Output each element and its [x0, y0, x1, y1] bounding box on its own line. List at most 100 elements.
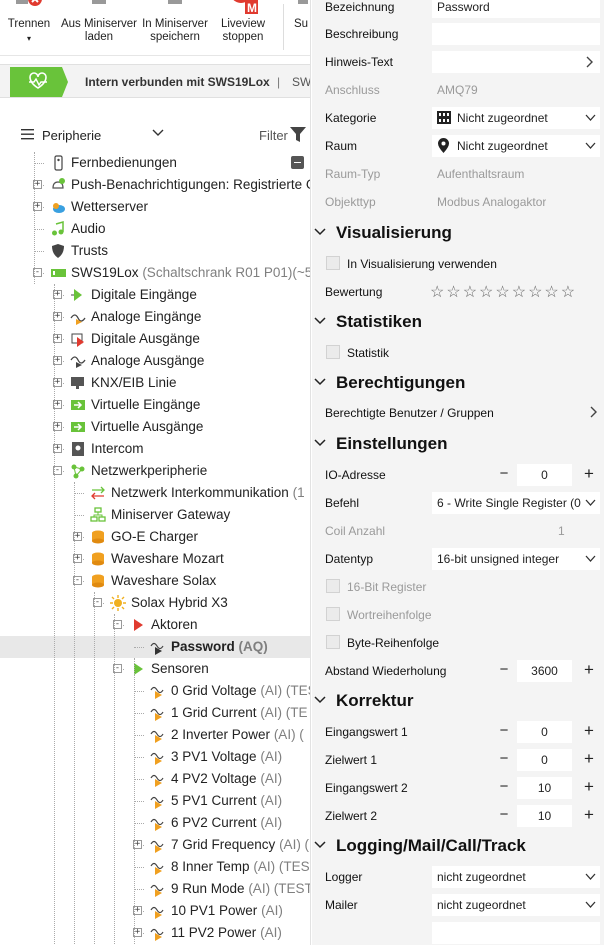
- filter-label[interactable]: Filter: [259, 128, 288, 143]
- tree-item-sws19lox[interactable]: - SWS19Lox (Schaltschrank R01 P01)(~5: [0, 262, 310, 284]
- statistik-checkbox[interactable]: [326, 345, 340, 359]
- hinweis-input[interactable]: [432, 51, 600, 73]
- tree-view-selector[interactable]: Peripherie: [42, 128, 101, 143]
- section-logging[interactable]: Logging/Mail/Call/Track: [312, 830, 604, 860]
- decrement-button[interactable]: −: [497, 723, 511, 739]
- chevron-right-icon[interactable]: [586, 56, 594, 68]
- filter-icon[interactable]: [290, 127, 306, 142]
- bezeichnung-input[interactable]: Password: [432, 0, 600, 18]
- tree-item-netzwerkperipherie[interactable]: - Netzwerkperipherie: [0, 460, 310, 482]
- tree-item-wetterserver[interactable]: + Wetterserver: [0, 196, 310, 218]
- zielwert-2-input[interactable]: 10: [517, 805, 572, 827]
- befehl-select[interactable]: 6 - Write Single Register (0: [432, 492, 600, 514]
- tree-item-digitale-eingaenge[interactable]: + Digitale Eingänge: [0, 284, 310, 306]
- tree-item-pv2-current[interactable]: 6 PV2 Current (AI): [0, 812, 310, 834]
- liveview-stop-button[interactable]: M Liveview stoppen: [214, 0, 272, 56]
- tree-item-netzwerk-interkommunikation[interactable]: Netzwerk Interkommunikation (1: [0, 482, 310, 504]
- chevron-down-icon[interactable]: [314, 841, 326, 849]
- decrement-button[interactable]: −: [497, 807, 511, 823]
- chevron-down-icon[interactable]: [314, 228, 326, 236]
- tree-item-waveshare-solax[interactable]: - Waveshare Solax: [0, 570, 310, 592]
- tree-item-analoge-ausgaenge[interactable]: + Analoge Ausgänge: [0, 350, 310, 372]
- chevron-down-icon[interactable]: [314, 696, 326, 704]
- beschreibung-input[interactable]: [432, 23, 600, 45]
- chevron-down-icon[interactable]: [314, 439, 326, 447]
- section-visualisierung[interactable]: Visualisierung: [312, 217, 604, 247]
- prop-berechtigte[interactable]: Berechtigte Benutzer / Gruppen: [312, 399, 604, 427]
- section-einstellungen[interactable]: Einstellungen: [312, 428, 604, 458]
- tree-item-fernbedienungen[interactable]: Fernbedienungen: [0, 152, 310, 174]
- rating-stars[interactable]: ☆☆☆☆☆☆☆☆☆: [430, 282, 577, 302]
- chevron-down-icon[interactable]: [314, 378, 326, 386]
- tree-item-solax-hybrid-x3[interactable]: - Solax Hybrid X3: [0, 592, 310, 614]
- mailer-select[interactable]: nicht zugeordnet: [432, 894, 600, 916]
- eingangswert-1-input[interactable]: 0: [517, 721, 572, 743]
- tree-item-password[interactable]: Password (AQ): [0, 636, 310, 658]
- abstand-input[interactable]: 3600: [517, 660, 572, 682]
- tree-item-pv1-current[interactable]: 5 PV1 Current (AI): [0, 790, 310, 812]
- chevron-down-icon[interactable]: [585, 872, 596, 881]
- increment-button[interactable]: +: [580, 749, 598, 769]
- save-to-miniserver-button[interactable]: In Miniserver speichern: [138, 0, 212, 56]
- tree-item-digitale-ausgaenge[interactable]: + Digitale Ausgänge: [0, 328, 310, 350]
- tree-item-run-mode[interactable]: 9 Run Mode (AI) (TEST: [0, 878, 310, 900]
- load-from-miniserver-button[interactable]: Aus Miniserver laden: [60, 0, 138, 56]
- chevron-down-icon[interactable]: [585, 900, 596, 909]
- chevron-down-icon[interactable]: [152, 128, 164, 138]
- io-adresse-input[interactable]: 0: [517, 464, 572, 486]
- zielwert-1-input[interactable]: 0: [517, 749, 572, 771]
- tree-item-pv1-power[interactable]: +10 PV1 Power (AI): [0, 900, 310, 922]
- tree-item-pv2-power[interactable]: +11 PV2 Power (AI): [0, 922, 310, 944]
- chevron-down-icon[interactable]: [585, 141, 596, 150]
- chevron-down-icon[interactable]: [585, 113, 596, 122]
- chevron-down-icon[interactable]: [585, 498, 596, 507]
- chevron-down-icon[interactable]: [585, 554, 596, 563]
- tree-item-miniserver-gateway[interactable]: Miniserver Gateway: [0, 504, 310, 526]
- search-button[interactable]: Su: [294, 0, 310, 56]
- decrement-button[interactable]: −: [497, 662, 511, 678]
- tree-item-audio[interactable]: Audio: [0, 218, 310, 240]
- decrement-button[interactable]: −: [497, 466, 511, 482]
- increment-button[interactable]: +: [580, 805, 598, 825]
- tree-item-virtuelle-eingaenge[interactable]: + Virtuelle Eingänge: [0, 394, 310, 416]
- eingangswert-2-input[interactable]: 10: [517, 777, 572, 799]
- collapse-all-button[interactable]: [291, 156, 304, 169]
- chevron-right-icon[interactable]: [590, 406, 598, 418]
- datentyp-select[interactable]: 16-bit unsigned integer: [432, 548, 600, 570]
- wortreihenfolge-checkbox[interactable]: [326, 607, 340, 621]
- raum-select[interactable]: Nicht zugeordnet: [432, 135, 600, 157]
- tree-item-grid-frequency[interactable]: +7 Grid Frequency (AI) (: [0, 834, 310, 856]
- tree-item-trusts[interactable]: Trusts: [0, 240, 310, 262]
- decrement-button[interactable]: −: [497, 751, 511, 767]
- increment-button[interactable]: +: [580, 660, 598, 680]
- tree-item-grid-voltage[interactable]: 0 Grid Voltage (AI) (TES: [0, 680, 310, 702]
- tree-item-intercom[interactable]: + Intercom: [0, 438, 310, 460]
- increment-button[interactable]: +: [580, 721, 598, 741]
- section-berechtigungen[interactable]: Berechtigungen: [312, 367, 604, 397]
- 16bit-register-checkbox[interactable]: [326, 579, 340, 593]
- tree-item-inverter-power[interactable]: 2 Inverter Power (AI) (: [0, 724, 310, 746]
- section-statistiken[interactable]: Statistiken: [312, 306, 604, 336]
- visu-use-checkbox[interactable]: [326, 256, 340, 270]
- tree-item-aktoren[interactable]: - Aktoren: [0, 614, 310, 636]
- tree-item-sensoren[interactable]: - Sensoren: [0, 658, 310, 680]
- next-select[interactable]: [432, 922, 600, 944]
- increment-button[interactable]: +: [580, 464, 598, 484]
- tree-item-knx-eib-linie[interactable]: + KNX/EIB Linie: [0, 372, 310, 394]
- kategorie-select[interactable]: Nicht zugeordnet: [432, 107, 600, 129]
- logger-select[interactable]: nicht zugeordnet: [432, 866, 600, 888]
- tree-item-virtuelle-ausgaenge[interactable]: + Virtuelle Ausgänge: [0, 416, 310, 438]
- tree-item-analoge-eingaenge[interactable]: + Analoge Eingänge: [0, 306, 310, 328]
- tree-item-inner-temp[interactable]: 8 Inner Temp (AI) (TEST: [0, 856, 310, 878]
- chevron-down-icon[interactable]: [314, 317, 326, 325]
- byte-reihenfolge-checkbox[interactable]: [326, 635, 340, 649]
- tree-item-waveshare-mozart[interactable]: + Waveshare Mozart: [0, 548, 310, 570]
- tree-item-push-notifications[interactable]: + Push-Benachrichtigungen: Registrierte G: [0, 174, 310, 196]
- disconnect-button[interactable]: Trennen ▾: [4, 0, 54, 56]
- section-korrektur[interactable]: Korrektur: [312, 685, 604, 715]
- menu-icon[interactable]: [21, 128, 34, 140]
- tree-item-go-e-charger[interactable]: + GO-E Charger: [0, 526, 310, 548]
- tree-item-pv2-voltage[interactable]: 4 PV2 Voltage (AI): [0, 768, 310, 790]
- decrement-button[interactable]: −: [497, 779, 511, 795]
- increment-button[interactable]: +: [580, 777, 598, 797]
